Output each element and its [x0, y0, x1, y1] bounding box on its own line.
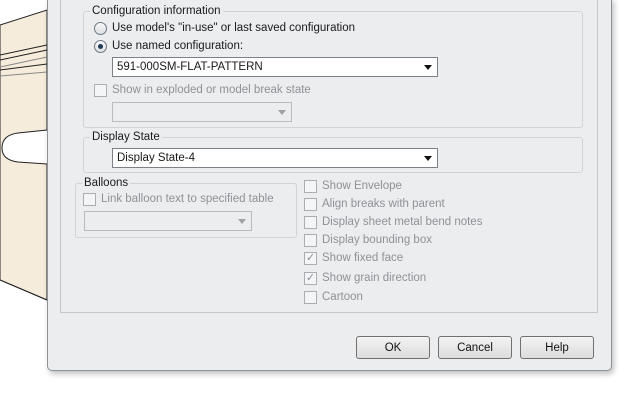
help-button[interactable]: Help [520, 336, 594, 359]
balloon-table-select[interactable] [84, 211, 252, 231]
radio-named-button[interactable] [94, 39, 107, 53]
align-breaks-checkbox[interactable] [304, 197, 317, 211]
bounding-box-label: Display bounding box [322, 234, 432, 246]
cartoon-label: Cartoon [322, 291, 363, 303]
option-bend-notes[interactable]: Display sheet metal bend notes [304, 215, 482, 229]
ok-button[interactable]: OK [356, 336, 430, 359]
display-state-value: Display State-4 [117, 152, 195, 164]
named-configuration-select[interactable]: 591-000SM-FLAT-PATTERN [112, 57, 438, 77]
fixed-face-label: Show fixed face [322, 252, 404, 264]
bend-notes-checkbox[interactable] [304, 215, 317, 229]
configuration-group: Configuration information Use model's "i… [83, 4, 583, 128]
option-bounding-box[interactable]: Display bounding box [304, 233, 432, 247]
bend-notes-label: Display sheet metal bend notes [322, 216, 483, 228]
grain-direction-checkbox[interactable]: ✓ [304, 271, 317, 285]
fixed-face-checkbox[interactable]: ✓ [304, 251, 317, 265]
named-configuration-value: 591-000SM-FLAT-PATTERN [117, 61, 263, 73]
balloons-group-title: Balloons [82, 176, 131, 190]
radio-in-use-label: Use model's "in-use" or last saved confi… [112, 22, 356, 34]
checkmark-icon: ✓ [305, 251, 316, 264]
exploded-state-label: Show in exploded or model break state [112, 84, 311, 96]
link-balloon-checkbox[interactable] [83, 192, 96, 206]
radio-in-use-button[interactable] [94, 21, 107, 35]
drawing-view-properties-dialog: Configuration information Use model's "i… [47, 0, 612, 371]
grain-direction-label: Show grain direction [322, 272, 427, 284]
option-grain-direction[interactable]: ✓ Show grain direction [304, 271, 426, 285]
display-state-select[interactable]: Display State-4 [112, 148, 438, 168]
cancel-button[interactable]: Cancel [438, 336, 512, 359]
chevron-down-icon [278, 110, 286, 115]
align-breaks-label: Align breaks with parent [322, 198, 445, 210]
show-envelope-label: Show Envelope [322, 180, 402, 192]
chevron-down-icon [424, 156, 432, 161]
chevron-down-icon [424, 65, 432, 70]
option-align-breaks[interactable]: Align breaks with parent [304, 197, 445, 211]
display-state-group-title: Display State [90, 130, 162, 144]
option-show-envelope[interactable]: Show Envelope [304, 179, 402, 193]
cartoon-checkbox[interactable] [304, 290, 317, 304]
bounding-box-checkbox[interactable] [304, 233, 317, 247]
checkmark-icon: ✓ [305, 271, 316, 284]
properties-panel: Configuration information Use model's "i… [60, 0, 598, 313]
radio-named-label: Use named configuration: [112, 40, 244, 52]
exploded-state-checkbox-row[interactable]: Show in exploded or model break state [94, 83, 311, 97]
exploded-state-checkbox[interactable] [94, 83, 107, 97]
display-state-group: Display State Display State-4 [83, 130, 583, 173]
configuration-group-title: Configuration information [90, 4, 223, 18]
balloons-group: Balloons Link balloon text to specified … [75, 176, 297, 238]
radio-in-use-configuration[interactable]: Use model's "in-use" or last saved confi… [94, 21, 355, 35]
show-envelope-checkbox[interactable] [304, 179, 317, 193]
chevron-down-icon [238, 219, 246, 224]
radio-named-configuration[interactable]: Use named configuration: [94, 39, 243, 53]
option-cartoon[interactable]: Cartoon [304, 290, 363, 304]
exploded-state-select[interactable] [112, 102, 292, 122]
link-balloon-checkbox-row[interactable]: Link balloon text to specified table [83, 192, 274, 206]
link-balloon-label: Link balloon text to specified table [101, 193, 274, 205]
option-fixed-face[interactable]: ✓ Show fixed face [304, 251, 403, 265]
